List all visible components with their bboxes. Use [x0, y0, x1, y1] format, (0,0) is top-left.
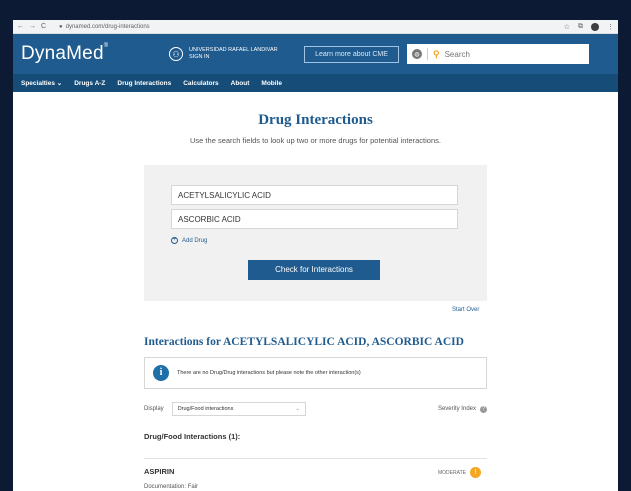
results-title: Interactions for ACETYLSALICYLIC ACID, A… [144, 336, 464, 348]
site-header: DynaMed® ⚇ UNIVERSIDAD RAFAEL LANDIVAR S… [13, 34, 618, 74]
display-select[interactable]: Drug/Food interactions ⌄ [171, 402, 306, 416]
drug-result-name[interactable]: ASPIRIN [144, 467, 174, 476]
sign-in-link[interactable]: SIGN IN [189, 54, 278, 61]
address-bar[interactable]: ● dynamed.com/drug-interactions [59, 24, 150, 30]
info-icon: i [153, 365, 169, 381]
user-icon: ⚇ [169, 47, 183, 61]
severity-index[interactable]: Severity Index ? [437, 405, 487, 413]
severity-label: MODERATE [438, 469, 466, 476]
severity-badge: MODERATE ! [438, 467, 481, 478]
display-select-value: Drug/Food interactions [177, 406, 234, 412]
browser-window: ← → C ● dynamed.com/drug-interactions ☆ … [13, 20, 618, 491]
severity-index-label: Severity Index [437, 406, 476, 412]
browser-nav: ← → C [17, 23, 59, 30]
institution-signin[interactable]: ⚇ UNIVERSIDAD RAFAEL LANDIVAR SIGN IN [169, 47, 304, 61]
reload-icon[interactable]: C [41, 23, 46, 30]
search-input[interactable] [444, 49, 555, 59]
browser-toolbar: ← → C ● dynamed.com/drug-interactions ☆ … [13, 20, 618, 34]
start-over-link[interactable]: Start Over [452, 307, 479, 313]
display-label: Display [144, 406, 164, 412]
notice-text: There are no Drug/Drug interactions but … [177, 370, 361, 376]
nav-item-mobile[interactable]: Mobile [261, 80, 282, 87]
help-icon[interactable]: ? [480, 405, 487, 413]
check-interactions-button[interactable]: Check for Interactions [248, 260, 380, 280]
dynamed-logo[interactable]: DynaMed® [21, 43, 169, 65]
warning-icon: ! [469, 467, 481, 478]
menu-icon[interactable]: ⋮ [607, 23, 614, 31]
chevron-down-icon: ⌄ [295, 406, 300, 412]
nav-item-drug-interactions[interactable]: Drug Interactions [117, 80, 171, 87]
main-nav: Specialties ⌄ Drugs A-Z Drug Interaction… [13, 74, 618, 92]
profile-icon[interactable] [591, 22, 599, 31]
cme-button[interactable]: Learn more about CME [304, 45, 399, 63]
browser-actions: ☆ ⧉ ⋮ [564, 22, 614, 31]
plus-circle-icon: + [171, 237, 178, 244]
nav-item-specialties[interactable]: Specialties ⌄ [21, 79, 62, 87]
section-heading: Drug/Food Interactions (1): [144, 432, 241, 441]
drug-field-1[interactable] [171, 185, 458, 205]
display-row: Display Drug/Food interactions ⌄ Severit… [144, 402, 487, 416]
nav-item-drugs-a-z[interactable]: Drugs A-Z [74, 80, 105, 87]
page-subtitle: Use the search fields to look up two or … [190, 136, 441, 145]
page-title: Drug Interactions [258, 112, 373, 128]
nav-item-about[interactable]: About [231, 80, 250, 87]
divider [144, 458, 487, 459]
add-drug-label: Add Drug [182, 237, 208, 244]
lock-icon: ● [59, 23, 63, 30]
nav-item-calculators[interactable]: Calculators [183, 80, 218, 87]
drug-field-2[interactable] [171, 209, 458, 229]
star-icon[interactable]: ☆ [564, 23, 570, 31]
institution-name: UNIVERSIDAD RAFAEL LANDIVAR [189, 47, 278, 54]
interaction-notice: i There are no Drug/Drug interactions bu… [144, 357, 487, 389]
search-box[interactable]: ◍ ⚲ [407, 44, 589, 64]
globe-icon[interactable]: ◍ [412, 49, 422, 59]
search-icon[interactable]: ⚲ [433, 49, 440, 60]
forward-icon[interactable]: → [29, 23, 36, 30]
add-drug-link[interactable]: + Add Drug [171, 237, 207, 244]
drug-search-form: + Add Drug Check for Interactions [144, 165, 487, 301]
back-icon[interactable]: ← [17, 23, 24, 30]
url-text: dynamed.com/drug-interactions [65, 23, 150, 30]
extension-icon[interactable]: ⧉ [578, 23, 583, 31]
documentation-text: Documentation: Fair [144, 484, 199, 490]
main-content: Drug Interactions Use the search fields … [13, 92, 618, 490]
